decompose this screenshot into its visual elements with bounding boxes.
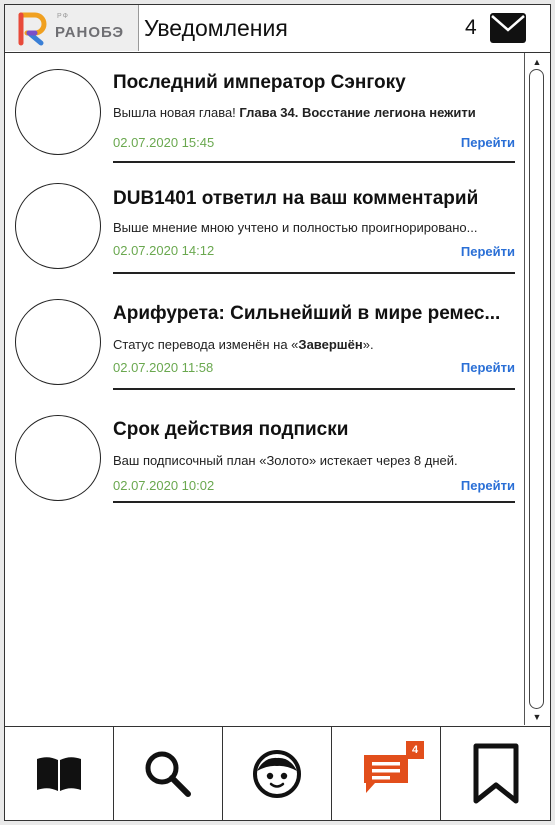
go-link[interactable]: Перейти — [461, 360, 515, 375]
messages-badge: 4 — [406, 741, 424, 759]
nav-tab-profile[interactable] — [223, 727, 332, 821]
page-title: Уведомления — [144, 15, 288, 41]
notification-title: Арифурета: Сильнейший в мире ремес... — [113, 303, 501, 324]
profile-face-icon — [253, 750, 301, 798]
app-header: РФ РАНОБЭ Уведомления 4 — [5, 5, 550, 53]
notification-date: 02.07.2020 15:45 — [113, 135, 215, 150]
avatar — [15, 415, 101, 501]
notification-item[interactable]: DUB1401 ответил на ваш комментарий Выше … — [5, 167, 523, 277]
book-icon — [37, 757, 81, 791]
notification-date: 02.07.2020 14:12 — [113, 243, 215, 258]
bottom-navigation: 4 — [5, 726, 550, 821]
logo-mark-icon — [18, 12, 47, 46]
logo-rf-label: РФ — [57, 13, 69, 20]
notification-title: Срок действия подписки — [113, 419, 349, 440]
notification-text: Вышла новая глава! Глава 34. Восстание л… — [113, 105, 476, 120]
notification-item[interactable]: Арифурета: Сильнейший в мире ремес... Ст… — [5, 282, 523, 392]
scroll-thumb[interactable] — [529, 69, 544, 709]
notification-title: DUB1401 ответил на ваш комментарий — [113, 188, 479, 209]
notification-item[interactable]: Срок действия подписки Ваш подписочный п… — [5, 397, 523, 507]
app-frame: РФ РАНОБЭ Уведомления 4 Последний импера… — [4, 4, 551, 821]
notification-text-bold: Глава 34. Восстание легиона нежити — [239, 105, 476, 120]
item-divider — [113, 501, 515, 503]
go-link[interactable]: Перейти — [461, 244, 515, 259]
notification-count: 4 — [465, 16, 477, 39]
scroll-up-arrow-icon[interactable]: ▲ — [529, 56, 545, 68]
scroll-down-arrow-icon[interactable]: ▼ — [529, 711, 545, 723]
avatar — [15, 183, 101, 269]
nav-tab-search[interactable] — [114, 727, 223, 821]
logo-text: РАНОБЭ — [55, 24, 125, 41]
ranobe-logo[interactable]: РФ РАНОБЭ — [5, 5, 139, 51]
item-divider — [113, 272, 515, 274]
notification-text: Выше мнение мною учтено и полностью прои… — [113, 220, 478, 235]
notification-text-bold: Завершён — [298, 337, 363, 352]
messages-icon — [364, 755, 408, 793]
notification-list: Последний император Сэнгоку Вышла новая … — [5, 53, 523, 726]
notification-date: 02.07.2020 10:02 — [113, 478, 215, 493]
go-link[interactable]: Перейти — [461, 135, 515, 150]
avatar — [15, 69, 101, 155]
vertical-scrollbar[interactable]: ▲ ▼ — [524, 53, 550, 725]
bookmark-icon — [473, 743, 518, 804]
search-icon — [145, 751, 191, 797]
go-link[interactable]: Перейти — [461, 478, 515, 493]
notification-text: Ваш подписочный план «Золото» истекает ч… — [113, 453, 458, 468]
envelope-icon[interactable] — [489, 12, 527, 44]
notification-title: Последний император Сэнгоку — [113, 72, 406, 93]
notification-date: 02.07.2020 11:58 — [113, 360, 214, 375]
nav-tab-library[interactable] — [5, 727, 114, 821]
notification-item[interactable]: Последний император Сэнгоку Вышла новая … — [5, 53, 523, 163]
notification-text: Статус перевода изменён на «Завершён». — [113, 337, 374, 352]
item-divider — [113, 388, 515, 390]
item-divider — [113, 161, 515, 163]
nav-tab-messages[interactable]: 4 — [332, 727, 441, 821]
avatar — [15, 299, 101, 385]
nav-tab-bookmarks[interactable] — [441, 727, 550, 821]
